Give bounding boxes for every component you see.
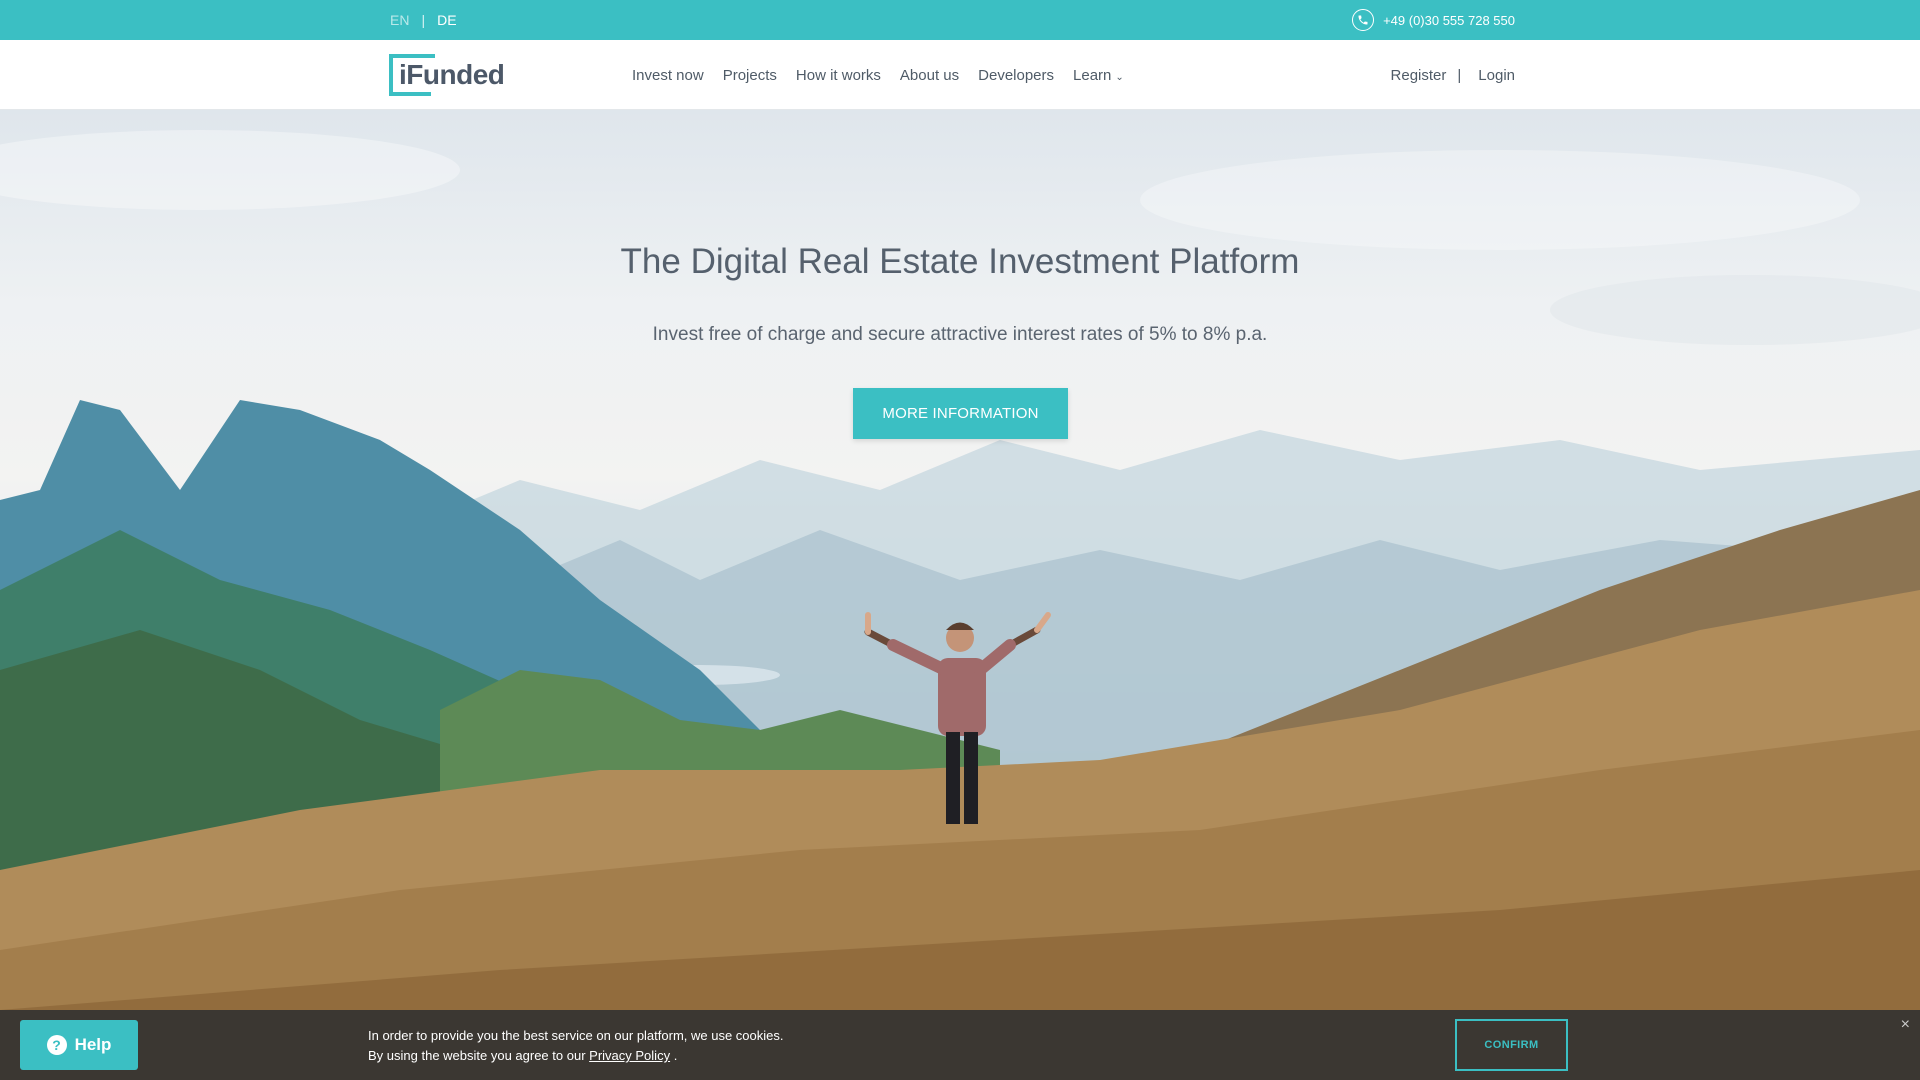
phone-icon xyxy=(1352,9,1375,31)
nav-item-learn[interactable]: Learn ⌄ xyxy=(1073,67,1124,84)
phone-number: +49 (0)30 555 728 550 xyxy=(1383,12,1515,28)
lang-de-link[interactable]: DE xyxy=(437,12,456,28)
question-icon: ? xyxy=(46,1035,67,1055)
nav-menu: Invest now Projects How it works About u… xyxy=(632,40,1124,110)
top-bar: EN | DE +49 (0)30 555 728 550 xyxy=(0,0,1920,40)
logo-text: iFunded xyxy=(399,59,505,90)
lang-separator: | xyxy=(421,12,426,28)
close-icon[interactable]: × xyxy=(1901,1016,1910,1034)
language-switcher: EN | DE xyxy=(390,0,457,40)
cookie-text-suffix: . xyxy=(673,1048,678,1063)
cookie-text: In order to provide you the best service… xyxy=(368,1026,784,1066)
cookie-text-prefix: By using the website you agree to our xyxy=(368,1048,586,1063)
nav-item-how-it-works[interactable]: How it works xyxy=(796,67,881,84)
help-button[interactable]: ? Help xyxy=(20,1020,138,1070)
cookie-text-line2: By using the website you agree to our Pr… xyxy=(368,1046,784,1066)
nav-item-developers[interactable]: Developers xyxy=(978,67,1054,84)
logo[interactable]: iFunded xyxy=(389,54,505,96)
login-link[interactable]: Login xyxy=(1478,67,1515,84)
register-link[interactable]: Register xyxy=(1391,67,1447,84)
phone-link[interactable]: +49 (0)30 555 728 550 xyxy=(1352,0,1515,40)
nav-item-invest-now[interactable]: Invest now xyxy=(632,67,704,84)
more-information-button[interactable]: MORE INFORMATION xyxy=(853,388,1068,439)
help-label: Help xyxy=(74,1035,112,1054)
privacy-policy-link[interactable]: Privacy Policy xyxy=(589,1048,670,1063)
hero-title: The Digital Real Estate Investment Platf… xyxy=(620,242,1300,281)
auth-separator: | xyxy=(1457,66,1462,84)
nav-item-about-us[interactable]: About us xyxy=(900,67,959,84)
nav-item-learn-label: Learn xyxy=(1073,66,1112,84)
cookie-banner: In order to provide you the best service… xyxy=(0,1010,1920,1080)
chevron-down-icon: ⌄ xyxy=(1115,71,1124,83)
confirm-cookies-button[interactable]: CONFIRM xyxy=(1455,1019,1568,1071)
lang-en-link[interactable]: EN xyxy=(390,12,409,28)
auth-links: Register | Login xyxy=(1391,40,1515,110)
hero-section: The Digital Real Estate Investment Platf… xyxy=(0,110,1920,1080)
hero-subtitle: Invest free of charge and secure attract… xyxy=(652,324,1268,345)
cookie-text-line1: In order to provide you the best service… xyxy=(368,1028,784,1043)
main-nav: iFunded Invest now Projects How it works… xyxy=(0,40,1920,110)
nav-item-projects[interactable]: Projects xyxy=(723,67,777,84)
